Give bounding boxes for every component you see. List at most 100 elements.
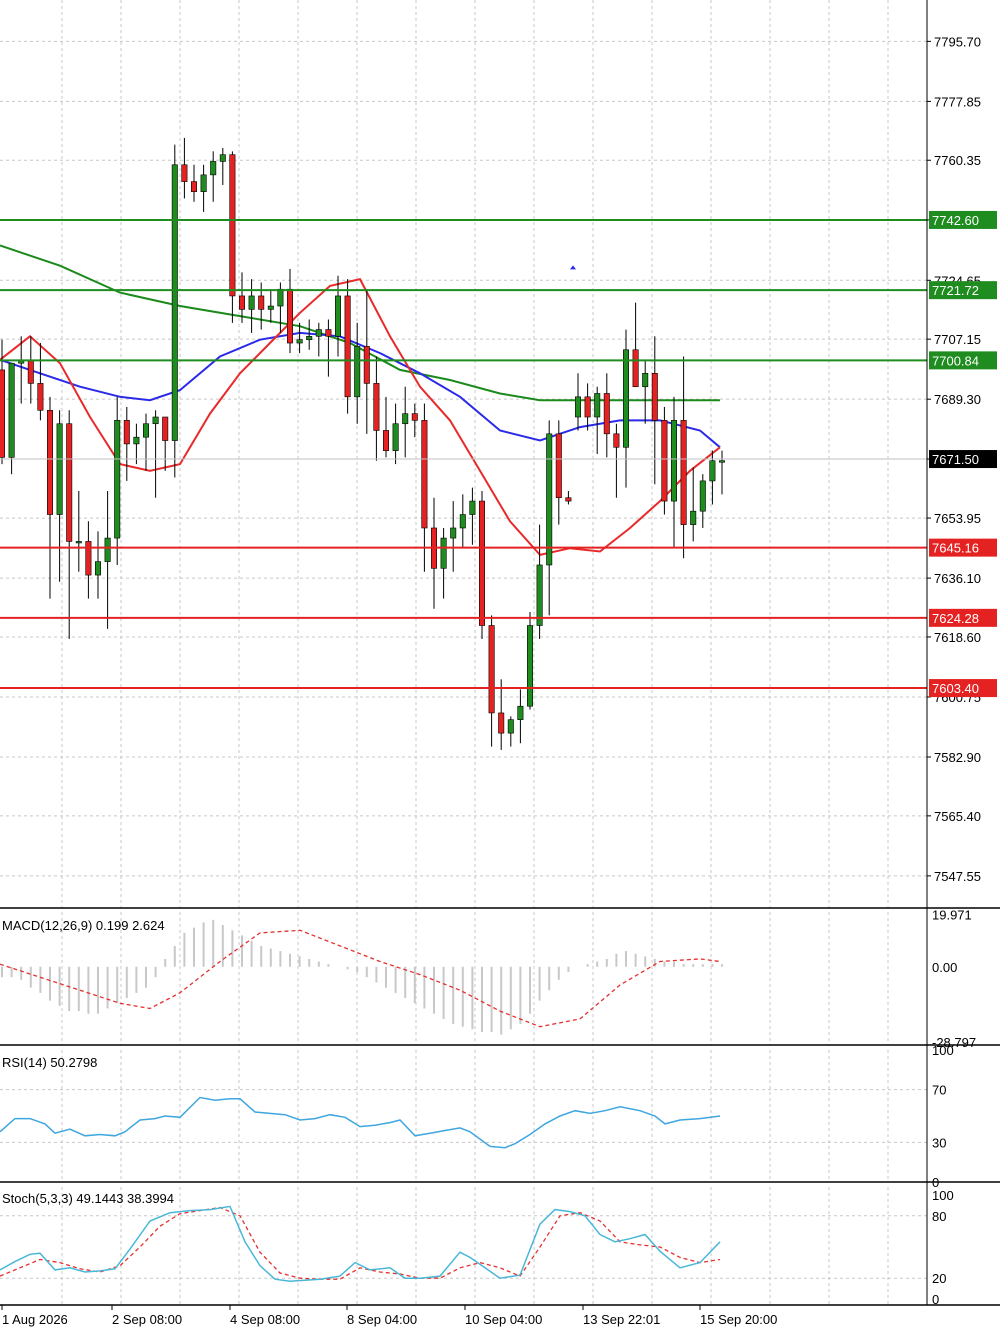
candle-body — [670, 420, 677, 502]
candle-body — [699, 480, 706, 512]
candle-body — [229, 154, 236, 297]
candle-body — [277, 288, 284, 307]
stoch-tick-label: 100 — [932, 1188, 954, 1203]
candle-body — [459, 514, 466, 529]
rsi-tick-label: 70 — [932, 1083, 946, 1098]
current-price-label: 7671.50 — [932, 452, 979, 467]
candle-body — [239, 295, 246, 310]
candle-body — [296, 339, 303, 344]
candle-body — [661, 420, 668, 502]
y-tick-label: 7582.90 — [934, 750, 981, 765]
level-label: 7624.28 — [932, 611, 979, 626]
candle-body — [171, 164, 178, 441]
candle-body — [478, 500, 485, 626]
macd-tick-label: 19.971 — [932, 908, 972, 923]
candle-body — [0, 369, 6, 458]
candle-body — [382, 430, 389, 451]
candle-body — [584, 396, 591, 418]
stoch-title: Stoch(5,3,3) 49.1443 38.3994 — [2, 1191, 174, 1206]
macd-title: MACD(12,26,9) 0.199 2.624 — [2, 918, 165, 933]
candle-body — [66, 423, 73, 542]
candle-body — [133, 436, 140, 445]
y-tick-label: 7618.60 — [934, 630, 981, 645]
x-tick-label: 8 Sep 04:00 — [347, 1312, 417, 1327]
level-label: 7603.40 — [932, 681, 979, 696]
candle-body — [325, 329, 332, 337]
candle-body — [46, 409, 53, 515]
x-tick-label: 1 Aug 2026 — [2, 1312, 68, 1327]
candle-body — [123, 420, 130, 445]
candle-body — [555, 433, 562, 499]
y-tick-label: 7689.30 — [934, 392, 981, 407]
candle-body — [219, 154, 226, 162]
level-label: 7721.72 — [932, 283, 979, 298]
candle-body — [469, 500, 476, 515]
candle-body — [402, 413, 409, 425]
candle-body — [488, 625, 495, 714]
x-tick-label: 2 Sep 08:00 — [112, 1312, 182, 1327]
candle-body — [392, 423, 399, 451]
candle-body — [8, 362, 15, 458]
candle-body — [37, 383, 44, 411]
candle-body — [104, 537, 111, 562]
candle-body — [450, 527, 457, 539]
candle-body — [27, 359, 34, 384]
candle-body — [690, 510, 697, 525]
trading-chart-svg: 7795.707777.857760.357742.607724.657707.… — [0, 0, 1000, 1328]
y-tick-label: 7636.10 — [934, 571, 981, 586]
candle-body — [622, 349, 629, 448]
y-tick-label: 7795.70 — [934, 34, 981, 49]
candle-body — [574, 396, 581, 418]
candle-body — [267, 305, 274, 310]
candle-body — [114, 420, 121, 539]
candle-body — [440, 537, 447, 569]
candle-body — [75, 541, 82, 544]
y-tick-label: 7547.55 — [934, 869, 981, 884]
candle-body — [718, 460, 725, 463]
candle-body — [306, 335, 313, 340]
y-tick-label: 7760.35 — [934, 153, 981, 168]
candle-body — [526, 625, 533, 707]
rsi-title: RSI(14) 50.2798 — [2, 1055, 97, 1070]
candle-body — [709, 460, 716, 482]
candle-body — [200, 174, 207, 192]
candle-body — [143, 423, 150, 438]
candle-body — [210, 161, 217, 176]
level-label: 7645.16 — [932, 541, 979, 556]
candle-body — [546, 433, 553, 566]
candle-body — [507, 719, 514, 734]
candle-body — [286, 288, 293, 344]
candle-body — [603, 393, 610, 435]
candle-body — [642, 372, 649, 388]
stoch-tick-label: 80 — [932, 1209, 946, 1224]
candle-body — [680, 420, 687, 525]
candle-body — [565, 497, 572, 502]
rsi-tick-label: 30 — [932, 1135, 946, 1150]
stoch-tick-label: 20 — [932, 1271, 946, 1286]
candle-body — [536, 564, 543, 626]
candle-body — [85, 541, 92, 576]
candle-body — [363, 346, 370, 384]
candle-body — [181, 164, 188, 182]
macd-tick-label: 0.00 — [932, 960, 957, 975]
candle-body — [354, 346, 361, 398]
candle-body — [162, 416, 169, 441]
x-tick-label: 4 Sep 08:00 — [230, 1312, 300, 1327]
candle-body — [95, 561, 102, 576]
candle-body — [334, 295, 341, 337]
candle-body — [56, 423, 63, 515]
candle-body — [613, 433, 620, 448]
candle-body — [411, 413, 418, 421]
y-tick-label: 7707.15 — [934, 332, 981, 347]
y-tick-label: 7653.95 — [934, 511, 981, 526]
y-tick-label: 7777.85 — [934, 94, 981, 109]
candle-body — [632, 349, 639, 388]
candle-body — [517, 705, 524, 720]
candle-body — [152, 416, 159, 425]
x-tick-label: 15 Sep 20:00 — [700, 1312, 777, 1327]
candle-body — [315, 329, 322, 337]
candle-body — [594, 393, 601, 418]
x-tick-label: 13 Sep 22:01 — [583, 1312, 660, 1327]
candle-body — [421, 420, 428, 529]
candle-body — [651, 372, 658, 421]
